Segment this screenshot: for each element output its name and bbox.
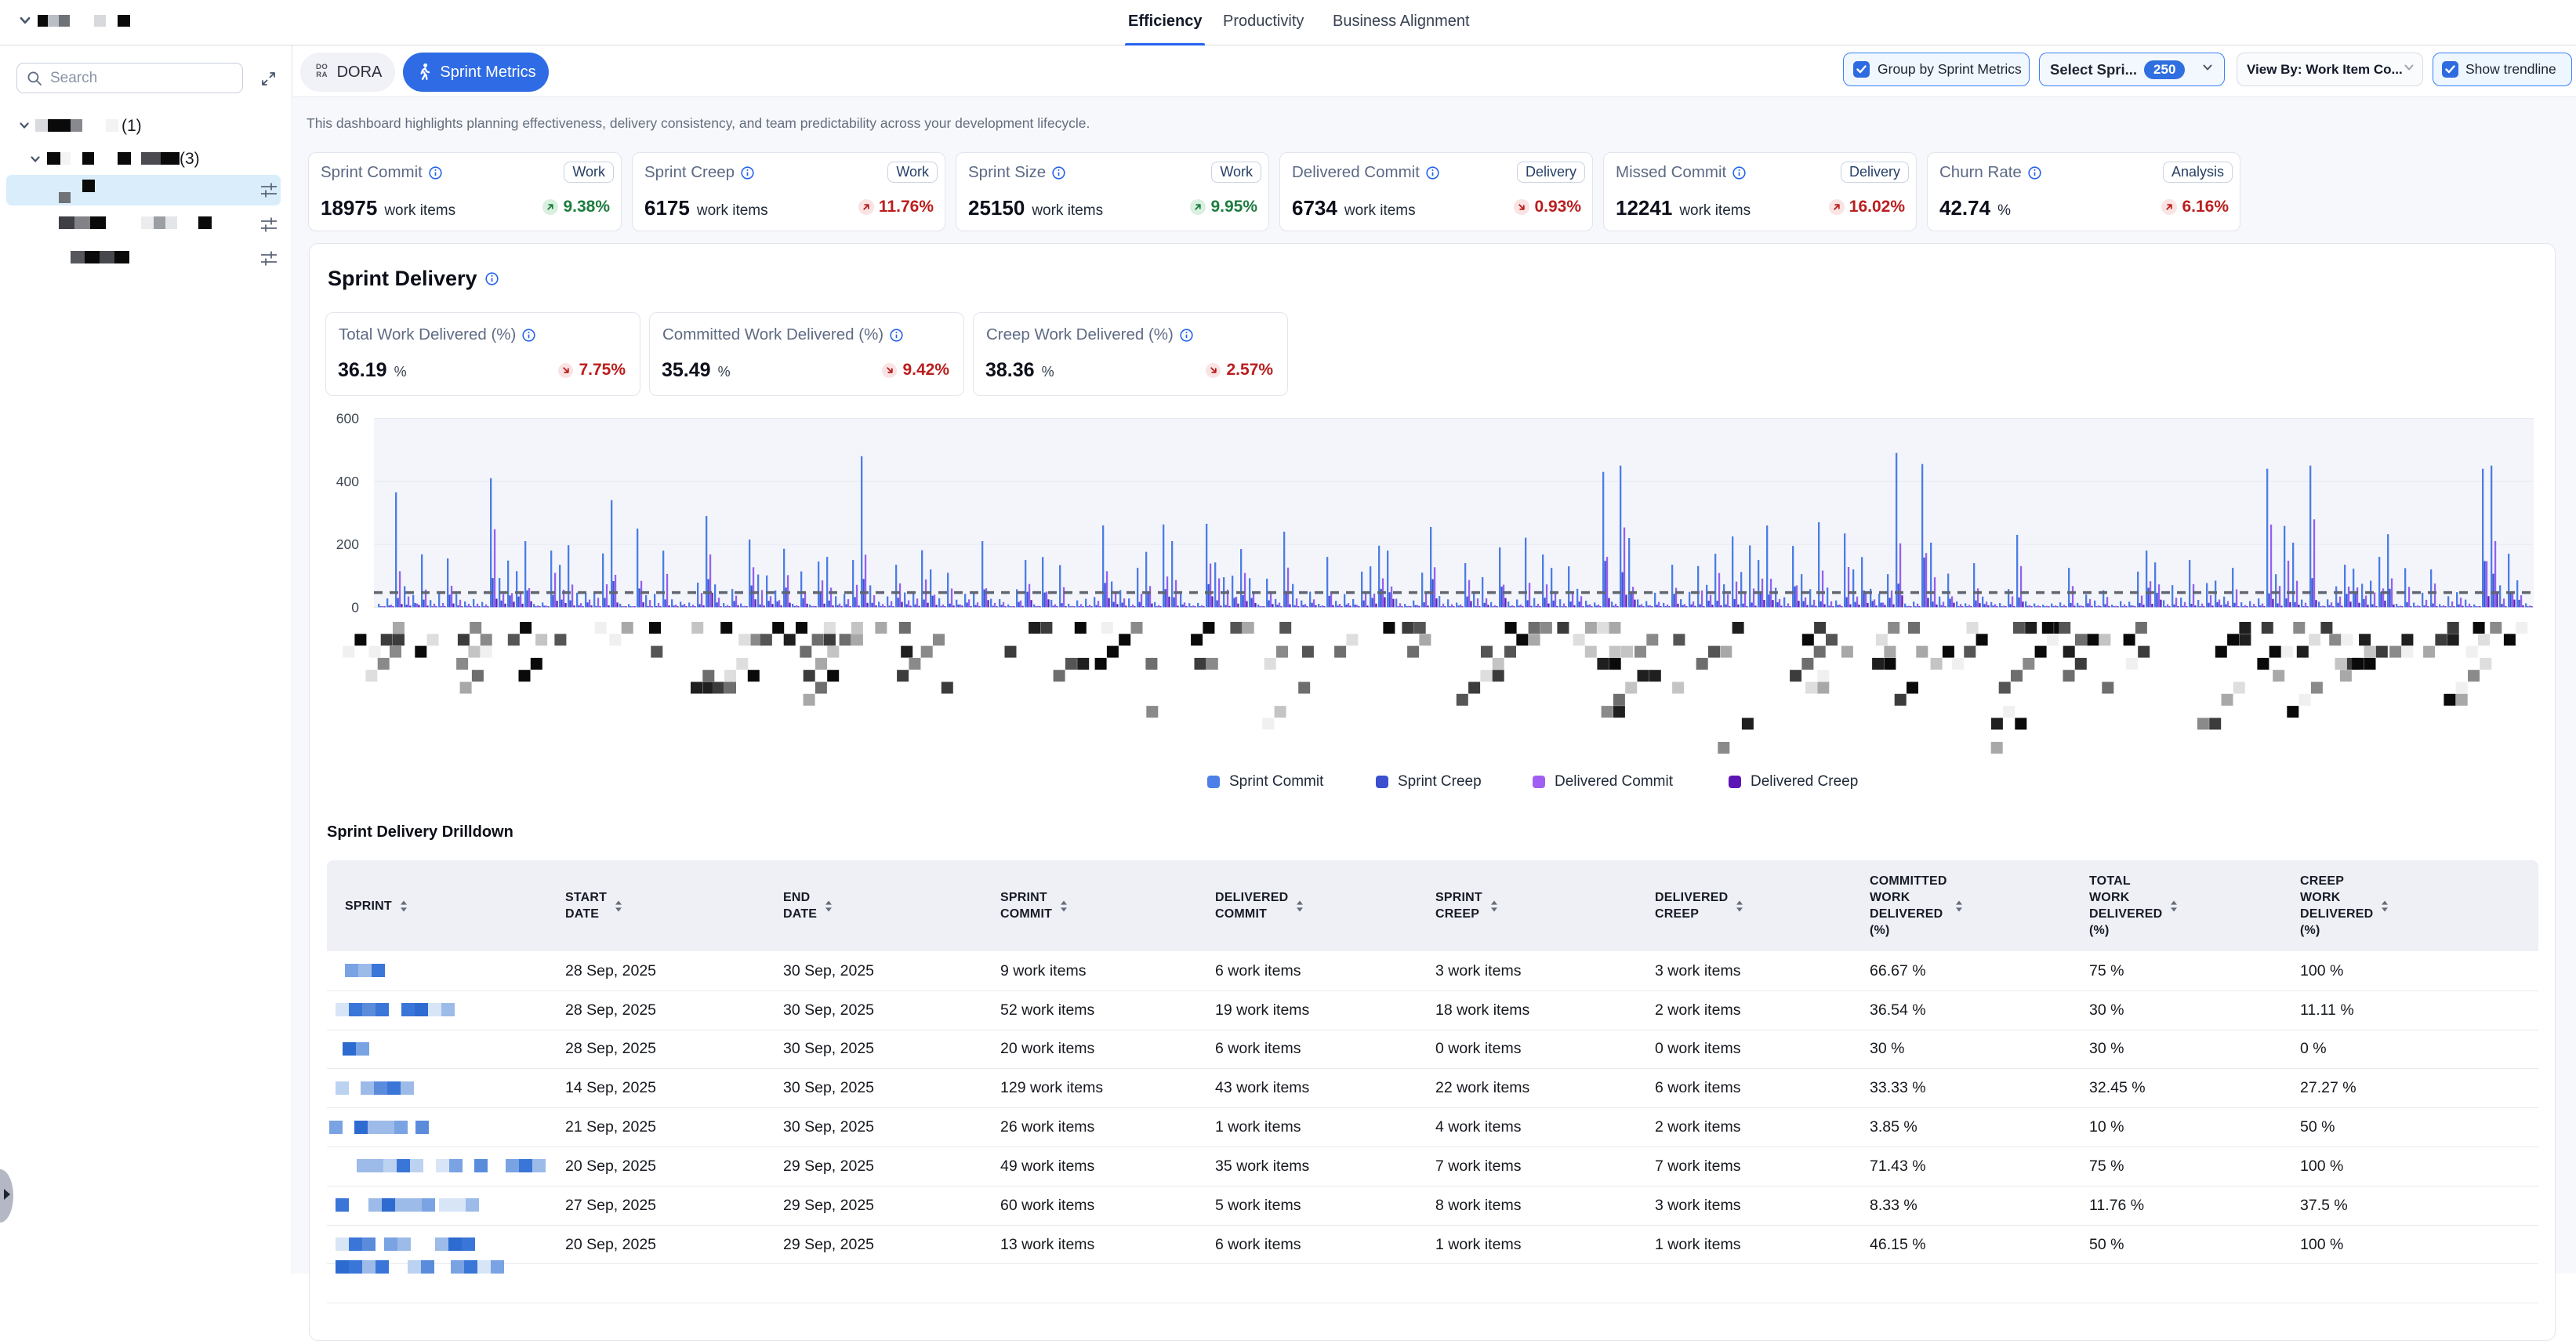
svg-text:0: 0 bbox=[351, 599, 359, 615]
svg-text:400: 400 bbox=[336, 474, 359, 489]
svg-text:200: 200 bbox=[336, 536, 359, 552]
svg-text:600: 600 bbox=[336, 411, 359, 427]
